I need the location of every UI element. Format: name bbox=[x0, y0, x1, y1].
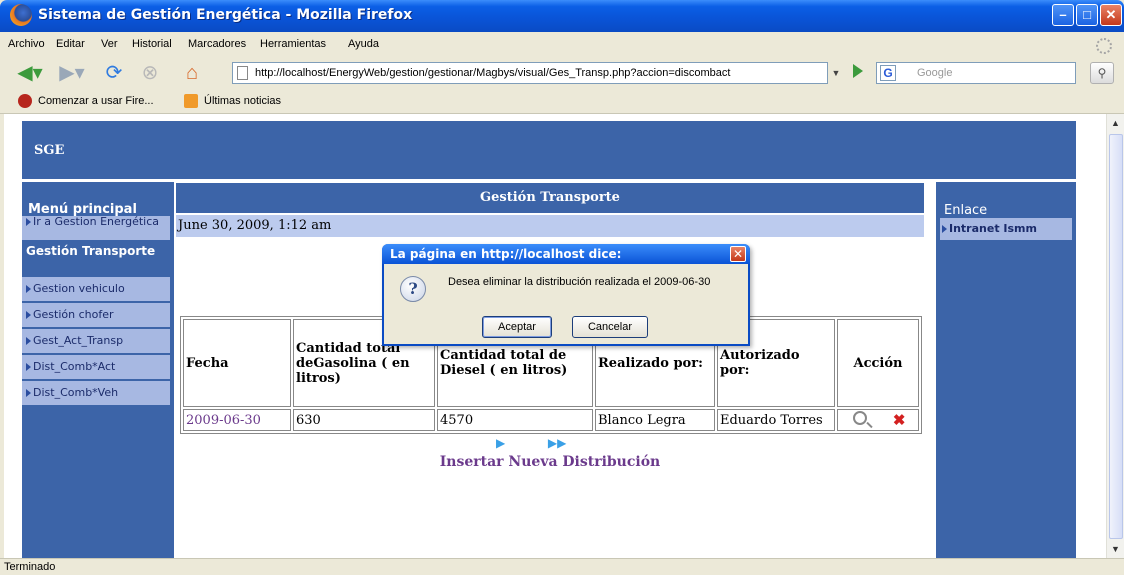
scroll-up-icon[interactable]: ▲ bbox=[1111, 118, 1120, 128]
page-title: Gestión Transporte bbox=[176, 183, 924, 213]
stop-icon[interactable]: ⊗ bbox=[136, 60, 164, 86]
navigation-toolbar: ◀▾ ▶▾ ⟳ ⊗ ⌂ http://localhost/EnergyWeb/g… bbox=[0, 58, 1124, 88]
menu-editar[interactable]: Editar bbox=[56, 38, 85, 50]
status-bar: Terminado bbox=[0, 558, 1124, 575]
col-header-accion: Acción bbox=[837, 319, 919, 407]
site-title: SGE bbox=[34, 143, 65, 158]
search-placeholder: Google bbox=[917, 67, 953, 79]
forward-button[interactable]: ▶▾ bbox=[52, 60, 92, 86]
page-icon bbox=[237, 66, 248, 80]
cell-accion: ✖ bbox=[837, 409, 919, 431]
window-titlebar: Sistema de Gestión Energética - Mozilla … bbox=[0, 0, 1124, 32]
last-page-icon[interactable]: ▶▶ bbox=[548, 436, 566, 450]
menu-ayuda[interactable]: Ayuda bbox=[348, 38, 379, 50]
rss-icon bbox=[184, 94, 198, 108]
accept-button[interactable]: Aceptar bbox=[482, 316, 552, 338]
sidebar-item-intranet[interactable]: Intranet Ismm bbox=[940, 218, 1072, 240]
bookmark-ultimas-noticias[interactable]: Últimas noticias bbox=[204, 95, 281, 107]
firefox-logo-icon bbox=[10, 4, 32, 26]
url-field[interactable]: http://localhost/EnergyWeb/gestion/gesti… bbox=[232, 62, 828, 84]
arrow-icon bbox=[942, 225, 947, 233]
dialog-close-button[interactable]: ✕ bbox=[730, 246, 746, 262]
go-button[interactable] bbox=[853, 64, 863, 78]
sidebar-item-gestion-vehiculo[interactable]: Gestion vehiculo bbox=[22, 277, 170, 301]
close-window-button[interactable]: ✕ bbox=[1100, 4, 1122, 26]
scroll-down-icon[interactable]: ▼ bbox=[1111, 544, 1120, 554]
scroll-thumb[interactable] bbox=[1109, 134, 1123, 539]
sidebar-item-dist-comb-act[interactable]: Dist_Comb*Act bbox=[22, 355, 170, 379]
menu-historial[interactable]: Historial bbox=[132, 38, 172, 50]
arrow-icon bbox=[26, 285, 31, 293]
arrow-icon bbox=[26, 311, 31, 319]
sidebar-item-gest-act-transp[interactable]: Gest_Act_Transp bbox=[22, 329, 170, 353]
bookmark-comenzar[interactable]: Comenzar a usar Fire... bbox=[38, 95, 154, 107]
menu-archivo[interactable]: Archivo bbox=[8, 38, 45, 50]
arrow-icon bbox=[26, 363, 31, 371]
google-search-engine-icon[interactable]: G bbox=[880, 65, 896, 81]
right-sidebar: Enlace Intranet Ismm bbox=[936, 182, 1076, 558]
menu-marcadores[interactable]: Marcadores bbox=[188, 38, 246, 50]
cell-diesel: 4570 bbox=[437, 409, 593, 431]
section-title-transporte: Gestión Transporte bbox=[26, 244, 156, 258]
sidebar-item-gestion-chofer[interactable]: Gestión chofer bbox=[22, 303, 170, 327]
left-sidebar: Menú principal Ir a Gestion Energética G… bbox=[22, 182, 174, 558]
cancel-button[interactable]: Cancelar bbox=[572, 316, 648, 338]
date-display: June 30, 2009, 1:12 am bbox=[176, 215, 924, 237]
cell-fecha-link[interactable]: 2009-06-30 bbox=[183, 409, 291, 431]
minimize-button[interactable]: – bbox=[1052, 4, 1074, 26]
dialog-title: La página en http://localhost dice: ✕ bbox=[382, 244, 750, 264]
activity-throbber-icon bbox=[1096, 38, 1112, 54]
arrow-icon bbox=[26, 337, 31, 345]
cell-autorizado: Eduardo Torres bbox=[717, 409, 835, 431]
col-header-fecha: Fecha bbox=[183, 319, 291, 407]
next-page-icon[interactable]: ▶ bbox=[496, 436, 505, 450]
question-icon: ? bbox=[400, 276, 426, 302]
confirm-dialog: La página en http://localhost dice: ✕ ? … bbox=[382, 244, 750, 346]
cell-gasolina: 630 bbox=[293, 409, 435, 431]
site-header: SGE bbox=[22, 121, 1076, 179]
bookmarks-toolbar: Comenzar a usar Fire... Últimas noticias bbox=[0, 88, 1124, 114]
search-magnifier-button[interactable]: ⚲ bbox=[1090, 62, 1114, 84]
search-input[interactable]: G Google bbox=[876, 62, 1076, 84]
links-title: Enlace bbox=[944, 203, 988, 218]
view-magnifier-icon[interactable] bbox=[852, 411, 867, 425]
reload-icon[interactable]: ⟳ bbox=[100, 60, 128, 86]
maximize-button[interactable]: □ bbox=[1076, 4, 1098, 26]
menu-herramientas[interactable]: Herramientas bbox=[260, 38, 326, 50]
url-dropdown-button[interactable]: ▼ bbox=[825, 62, 847, 84]
sidebar-item-dist-comb-veh[interactable]: Dist_Comb*Veh bbox=[22, 381, 170, 405]
menu-ver[interactable]: Ver bbox=[101, 38, 118, 50]
url-text: http://localhost/EnergyWeb/gestion/gesti… bbox=[255, 67, 731, 79]
table-row: 2009-06-30 630 4570 Blanco Legra Eduardo… bbox=[183, 409, 919, 431]
arrow-icon bbox=[26, 218, 31, 226]
cell-realizado: Blanco Legra bbox=[595, 409, 715, 431]
insert-distribution-link[interactable]: Insertar Nueva Distribución bbox=[176, 454, 924, 470]
firefox-icon bbox=[18, 94, 32, 108]
window-title: Sistema de Gestión Energética - Mozilla … bbox=[38, 7, 413, 23]
status-text: Terminado bbox=[4, 561, 56, 573]
pagination: ▶ ▶▶ bbox=[496, 436, 566, 450]
delete-icon[interactable]: ✖ bbox=[893, 411, 906, 429]
page-scrollbar[interactable]: ▲ ▼ bbox=[1106, 114, 1124, 558]
sidebar-item-gestion-energetica[interactable]: Ir a Gestion Energética bbox=[22, 216, 170, 240]
home-icon[interactable]: ⌂ bbox=[174, 60, 210, 86]
arrow-icon bbox=[26, 389, 31, 397]
back-button[interactable]: ◀▾ bbox=[12, 60, 48, 86]
dialog-message: Desea eliminar la distribución realizada… bbox=[448, 276, 711, 288]
menu-bar: Archivo Editar Ver Historial Marcadores … bbox=[0, 32, 1124, 58]
